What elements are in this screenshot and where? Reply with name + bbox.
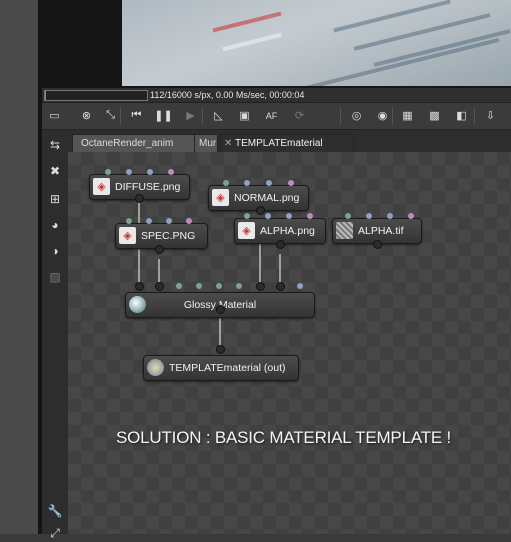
input-pin[interactable] [126,218,132,224]
alpha-checker-icon[interactable]: ▩ [426,107,443,124]
warning-icon: ⚠ [147,359,164,376]
toolbar-separator [340,108,341,124]
input-pin[interactable] [196,283,202,289]
fit-view-icon[interactable]: ⤡ [102,107,119,124]
input-pin[interactable] [166,218,172,224]
toolbar-separator [474,108,475,124]
alpha-mask-icon[interactable]: ◧ [453,107,470,124]
display-mode-icon[interactable]: ▦ [399,107,416,124]
cancel-render-icon[interactable]: ⊗ [78,107,95,124]
settings-wrench-icon[interactable]: 🔧 [46,502,64,520]
node-label: DIFFUSE.png [115,181,181,193]
output-pin[interactable] [155,245,164,254]
render-image [122,0,511,86]
tab-mur[interactable]: Mur [194,134,218,153]
annotation-text: SOLUTION : BASIC MATERIAL TEMPLATE ! [116,428,452,447]
graph-side-toolbar: ⇆ ✖ ⊞ ◕ ◑ ▨ 🔧 ⤢ [42,130,68,540]
material-node-icon[interactable]: ◕ [46,216,64,234]
camera-node-icon[interactable]: ▨ [46,268,64,286]
tab-templatematerial[interactable]: ✕ TEMPLATEmaterial [220,134,354,153]
node-graph-panel: ⇆ ✖ ⊞ ◕ ◑ ▨ 🔧 ⤢ OctaneRender_anim Mur ✕ TEMPLAT… [42,130,511,540]
tab-label: TEMPLATEmaterial [235,138,323,149]
input-pin[interactable] [168,169,174,175]
input-pin[interactable] [236,283,242,289]
input-pin[interactable] [408,213,414,219]
node-graph-canvas[interactable]: ◈ DIFFUSE.png ◈ NORMAL.png ◈ SPEC.PNG ◈ [68,152,511,534]
render-progress-bar [44,90,148,101]
input-pin-opacity[interactable] [276,282,285,291]
input-pin[interactable] [366,213,372,219]
output-pin[interactable] [373,240,382,249]
input-pin[interactable] [307,213,313,219]
play-icon[interactable]: ▶ [182,107,199,124]
image-texture-icon: ◈ [119,227,136,244]
render-status-text: 112/16000 s/px, 0.00 Ms/sec, 00:00:04 [150,90,305,100]
input-pin[interactable] [244,213,250,219]
output-pin[interactable] [216,305,225,314]
image-texture-icon: ◈ [238,222,255,239]
image-texture-icon [336,222,353,239]
toolbar-separator [202,108,203,124]
graph-tab-strip: OctaneRender_anim Mur ✕ TEMPLATEmaterial [68,130,511,153]
input-pin[interactable] [126,169,132,175]
input-pin[interactable] [176,283,182,289]
input-pin[interactable] [146,218,152,224]
input-pin[interactable] [345,213,351,219]
input-pin[interactable] [105,169,111,175]
node-templatematerial-out[interactable]: ⚠ TEMPLATEmaterial (out) [143,355,299,381]
region-icon[interactable]: ◎ [348,107,365,124]
render-status-bar: 112/16000 s/px, 0.00 Ms/sec, 00:00:04 [42,88,511,102]
node-label: NORMAL.png [234,192,300,204]
input-pin[interactable] [216,345,225,354]
toolbar-separator [120,108,121,124]
input-pin-specular[interactable] [155,282,164,291]
render-progress-fill [45,91,46,100]
toolbar-separator [392,108,393,124]
output-pin[interactable] [256,206,265,215]
tab-octanerender-anim[interactable]: OctaneRender_anim [72,134,202,153]
input-pin[interactable] [266,180,272,186]
autofocus-icon[interactable]: AF [263,107,280,124]
node-label: TEMPLATEmaterial (out) [169,362,286,374]
film-icon[interactable]: ◉ [374,107,391,124]
add-node-icon[interactable]: ⊞ [46,190,64,208]
input-pin[interactable] [265,213,271,219]
select-tool-icon[interactable]: ⇆ [46,136,64,154]
image-texture-icon: ◈ [93,178,110,195]
input-pin[interactable] [297,283,303,289]
input-pin[interactable] [244,180,250,186]
texture-node-icon[interactable]: ◑ [46,242,64,260]
pause-icon[interactable]: ❚❚ [154,107,172,124]
output-pin[interactable] [135,194,144,203]
save-render-icon[interactable]: ▭ [46,107,63,124]
node-label: ALPHA.tif [358,225,404,237]
input-pin[interactable] [223,180,229,186]
restart-icon[interactable]: ⏮ [128,107,145,124]
export-icon[interactable]: ⇩ [482,107,499,124]
input-pin[interactable] [186,218,192,224]
render-toolbar: ▭ ⊗ ⤡ ⏮ ❚❚ ▶ ◺ ▣ AF ⟳ ◎ ◉ ▦ ▩ ◧ ⇩ [42,102,511,130]
input-pin[interactable] [216,283,222,289]
node-label: SPEC.PNG [141,230,196,242]
input-pin-normal[interactable] [256,282,265,291]
render-viewport[interactable] [42,0,511,88]
rotate-icon[interactable]: ⟳ [291,107,308,124]
input-pin[interactable] [288,180,294,186]
monitor-icon[interactable]: ▣ [236,107,253,124]
ruler-icon[interactable]: ◺ [210,107,227,124]
input-pin[interactable] [387,213,393,219]
expand-icon[interactable]: ⤢ [46,524,64,542]
output-pin[interactable] [276,240,285,249]
node-label: ALPHA.png [260,225,315,237]
close-tab-icon[interactable]: ✕ [224,135,232,153]
input-pin[interactable] [286,213,292,219]
delete-node-icon[interactable]: ✖ [46,162,64,180]
left-gutter [0,0,38,534]
input-pin-diffuse[interactable] [135,282,144,291]
input-pin[interactable] [147,169,153,175]
image-texture-icon: ◈ [212,189,229,206]
